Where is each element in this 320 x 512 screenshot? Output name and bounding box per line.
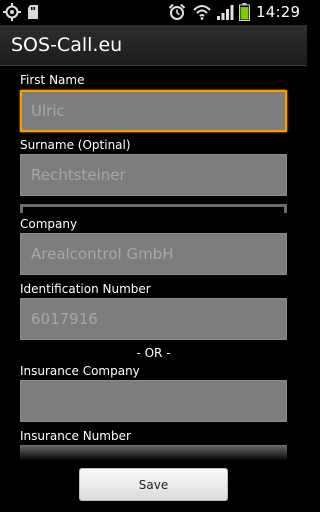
save-button[interactable]: Save xyxy=(79,468,228,501)
surname-label: Surname (Optinal) xyxy=(20,138,131,152)
scroll-fade xyxy=(0,442,307,460)
company-label: Company xyxy=(20,217,78,231)
or-separator: - OR - xyxy=(136,346,171,360)
identification-number-field[interactable]: 6017916 xyxy=(20,298,287,340)
first-name-field[interactable]: Ulric xyxy=(20,90,287,132)
identification-number-label: Identification Number xyxy=(20,282,151,296)
alarm-icon xyxy=(168,3,186,20)
page-title: SOS-Call.eu xyxy=(11,34,123,56)
first-name-label: First Name xyxy=(20,73,85,87)
insurance-company-field[interactable] xyxy=(20,380,287,422)
signal-icon xyxy=(217,5,234,20)
insurance-number-label: Insurance Number xyxy=(20,429,131,443)
company-field[interactable]: Arealcontrol GmbH xyxy=(20,233,287,275)
surname-field[interactable]: Rechtsteiner xyxy=(20,154,287,196)
sd-card-icon xyxy=(28,5,38,19)
title-bar: SOS-Call.eu xyxy=(0,25,307,66)
insurance-company-label: Insurance Company xyxy=(20,364,140,378)
battery-icon xyxy=(239,3,250,21)
wifi-icon xyxy=(193,5,211,20)
form-scroll-area[interactable]: First Name Ulric Surname (Optinal) Recht… xyxy=(0,66,307,512)
gps-icon xyxy=(3,3,21,21)
status-bar: 14:29 xyxy=(0,0,307,25)
section-divider xyxy=(20,204,287,213)
status-time: 14:29 xyxy=(256,3,301,21)
bottom-action-bar: Save xyxy=(0,460,307,512)
